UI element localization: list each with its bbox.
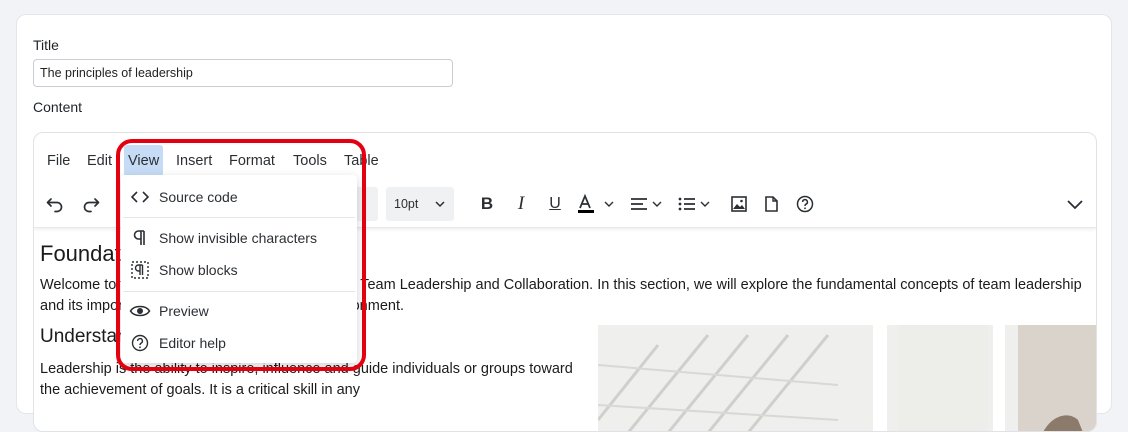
menu-edit[interactable]: Edit — [83, 145, 116, 177]
menu-item-label: Preview — [159, 303, 209, 319]
undo-icon[interactable] — [40, 187, 70, 221]
menu-format[interactable]: Format — [225, 145, 279, 177]
bold-icon[interactable]: B — [472, 187, 502, 221]
menu-item-label: Editor help — [159, 335, 226, 351]
redo-icon[interactable] — [76, 187, 106, 221]
menu-divider — [123, 291, 355, 292]
menu-item-source-code[interactable]: Source code — [121, 181, 357, 213]
menu-item-label: Show blocks — [159, 262, 238, 278]
source-code-icon — [121, 189, 159, 205]
title-label: Title — [33, 37, 59, 53]
menu-divider — [123, 217, 355, 218]
title-input[interactable] — [33, 59, 453, 87]
bullet-list-icon[interactable] — [676, 187, 718, 221]
help-icon[interactable] — [790, 187, 820, 221]
menu-item-editor-help[interactable]: Editor help — [121, 327, 357, 359]
menu-insert[interactable]: Insert — [172, 145, 216, 177]
eye-icon — [121, 303, 159, 319]
italic-icon[interactable]: I — [506, 187, 536, 221]
menu-item-label: Show invisible characters — [159, 230, 317, 246]
chevron-down-icon — [434, 198, 446, 213]
help-icon — [121, 333, 159, 353]
text-color-icon[interactable] — [574, 187, 618, 221]
align-icon[interactable] — [628, 187, 668, 221]
image-icon[interactable] — [724, 187, 754, 221]
menu-item-show-blocks[interactable]: Show blocks — [121, 254, 357, 286]
menu-item-show-invisible-characters[interactable]: Show invisible characters — [121, 222, 357, 254]
pilcrow-icon — [121, 229, 159, 247]
menu-table[interactable]: Table — [340, 145, 383, 177]
menu-item-label: Source code — [159, 189, 238, 205]
menu-tools[interactable]: Tools — [289, 145, 331, 177]
underline-icon[interactable]: U — [540, 187, 570, 221]
font-size-select[interactable]: 10pt — [386, 187, 454, 221]
show-blocks-icon — [121, 260, 159, 280]
content-label: Content — [33, 99, 83, 115]
menu-file[interactable]: File — [43, 145, 74, 177]
menu-view[interactable]: View — [124, 145, 164, 177]
document-icon[interactable] — [756, 187, 786, 221]
content-image[interactable] — [598, 325, 1096, 431]
view-menu-dropdown: Source code Show invisible characters Sh… — [121, 175, 357, 363]
more-chevron-icon[interactable] — [1060, 187, 1090, 221]
font-size-value: 10pt — [394, 197, 419, 211]
content-paragraph-2: Leadership is the ability to inspire, in… — [40, 361, 573, 398]
menu-item-preview[interactable]: Preview — [121, 295, 357, 327]
